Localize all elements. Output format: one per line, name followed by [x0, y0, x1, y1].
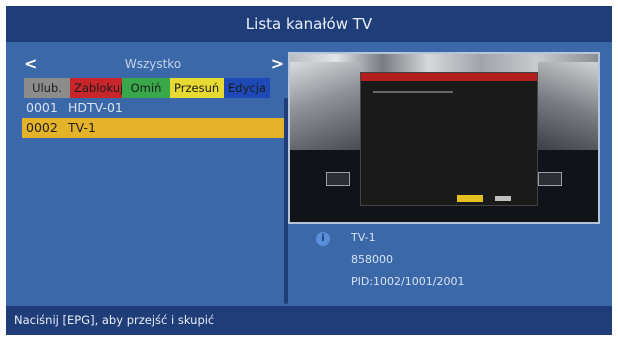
channel-number: 0002 [26, 120, 58, 135]
channel-number: 0001 [26, 100, 58, 115]
skip-button[interactable]: Omiń [122, 78, 170, 98]
header-divider [6, 42, 612, 50]
preview-video-right [538, 62, 598, 162]
preview-dialog [360, 72, 538, 206]
video-preview [288, 52, 600, 224]
chevron-right-icon[interactable]: > [271, 54, 284, 74]
info-channel-name: TV-1 [351, 231, 376, 244]
favorite-button[interactable]: Ulub. [24, 78, 70, 98]
footer-hint: Naciśnij [EPG], aby przejść i skupić [6, 306, 612, 335]
page-title: Lista kanałów TV [6, 6, 612, 42]
channel-row-selected[interactable]: 0002 TV-1 [22, 118, 284, 138]
info-icon: i [316, 232, 330, 246]
edit-button[interactable]: Edycja [224, 78, 270, 98]
preview-overlay-box [326, 172, 350, 186]
group-name: Wszystko [124, 57, 182, 71]
group-selector[interactable]: < Wszystko > [22, 54, 284, 74]
info-pid: PID:1002/1001/2001 [351, 275, 465, 288]
preview-dialog-cancel [495, 196, 511, 201]
channel-name: HDTV-01 [67, 100, 123, 115]
color-button-bar: Ulub. Zablokuj Omiń Przesuń Edycja [24, 78, 270, 98]
info-frequency: 858000 [351, 253, 393, 266]
preview-dialog-ok [457, 195, 483, 202]
channel-row[interactable]: 0001 HDTV-01 [22, 98, 284, 118]
preview-dialog-title [361, 73, 537, 81]
preview-video-left [290, 62, 360, 162]
channel-info: TV-1 858000 PID:1002/1001/2001 [351, 227, 464, 293]
channel-list: 0001 HDTV-01 0002 TV-1 [22, 98, 284, 138]
channel-list-screen: Lista kanałów TV < Wszystko > Ulub. Zabl… [6, 6, 612, 335]
move-button[interactable]: Przesuń [170, 78, 224, 98]
preview-overlay-box [538, 172, 562, 186]
lock-button[interactable]: Zablokuj [70, 78, 123, 98]
channel-name: TV-1 [67, 120, 96, 135]
preview-dialog-line [373, 91, 453, 93]
